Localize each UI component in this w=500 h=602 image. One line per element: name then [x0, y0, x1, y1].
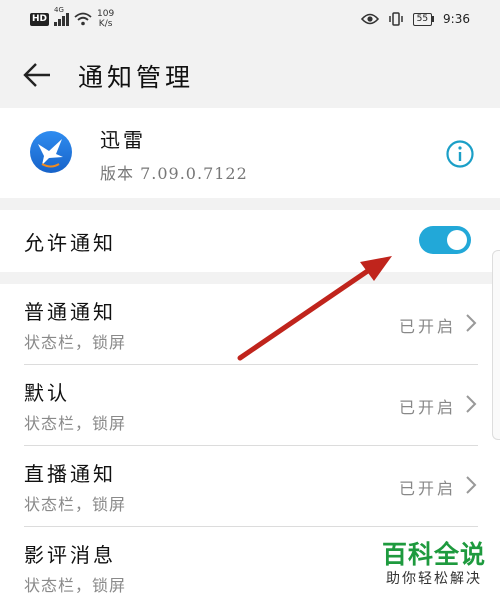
clock: 9:36 — [443, 12, 470, 26]
eye-icon — [360, 13, 379, 25]
app-version: 版本 7.09.0.7122 — [100, 164, 248, 183]
channel-title: 直播通知 — [24, 462, 116, 486]
allow-notifications-toggle[interactable] — [419, 226, 471, 254]
channel-title: 默认 — [24, 381, 70, 405]
wifi-icon — [74, 12, 92, 26]
status-right: 55 9:36 — [360, 12, 470, 26]
status-bar: HD 4G 109 K/s 55 9:36 — [0, 0, 500, 40]
chevron-right-icon — [466, 476, 477, 494]
side-scroll-handle[interactable] — [492, 250, 500, 440]
speed-unit: K/s — [98, 19, 113, 29]
chevron-right-icon — [466, 314, 477, 332]
header: 通知管理 — [0, 40, 500, 108]
channel-subtitle: 状态栏，锁屏 — [24, 495, 127, 514]
watermark: 百科全说 助你轻松解决 — [370, 540, 498, 588]
channel-status: 已开启 — [398, 479, 456, 498]
channel-subtitle: 状态栏，锁屏 — [24, 576, 127, 595]
channel-item-normal[interactable]: 普通通知 状态栏，锁屏 已开启 — [0, 284, 500, 365]
vibrate-icon — [388, 12, 403, 26]
signal-icon: 4G — [54, 6, 70, 26]
battery-level: 55 — [412, 12, 433, 26]
battery-icon: 55 — [412, 12, 435, 26]
app-name: 迅雷 — [100, 128, 146, 152]
allow-notifications-row[interactable]: 允许通知 — [0, 210, 500, 272]
speed-value: 109 — [97, 9, 115, 19]
network-type: 4G — [54, 6, 64, 14]
xunlei-bird-icon — [30, 131, 72, 173]
status-left: HD 4G 109 K/s — [30, 6, 114, 29]
channel-subtitle: 状态栏，锁屏 — [24, 414, 127, 433]
page-title: 通知管理 — [78, 63, 195, 92]
channel-title: 影评消息 — [24, 543, 116, 567]
channel-title: 普通通知 — [24, 300, 116, 324]
toggle-knob — [447, 230, 467, 250]
arrow-left-icon[interactable] — [22, 60, 52, 90]
channel-status: 已开启 — [398, 398, 456, 417]
chevron-right-icon — [466, 395, 477, 413]
watermark-title: 百科全说 — [381, 540, 486, 569]
hd-badge: HD — [30, 12, 50, 26]
channel-status: 已开启 — [398, 317, 456, 336]
info-icon[interactable] — [445, 139, 475, 169]
allow-notifications-label: 允许通知 — [24, 231, 116, 255]
channel-item-live[interactable]: 直播通知 状态栏，锁屏 已开启 — [0, 446, 500, 527]
channel-item-default[interactable]: 默认 状态栏，锁屏 已开启 — [0, 365, 500, 446]
app-card: 迅雷 版本 7.09.0.7122 — [0, 108, 500, 198]
channel-subtitle: 状态栏，锁屏 — [24, 333, 127, 352]
network-speed: 109 K/s — [97, 9, 114, 29]
watermark-subtitle: 助你轻松解决 — [386, 571, 482, 587]
